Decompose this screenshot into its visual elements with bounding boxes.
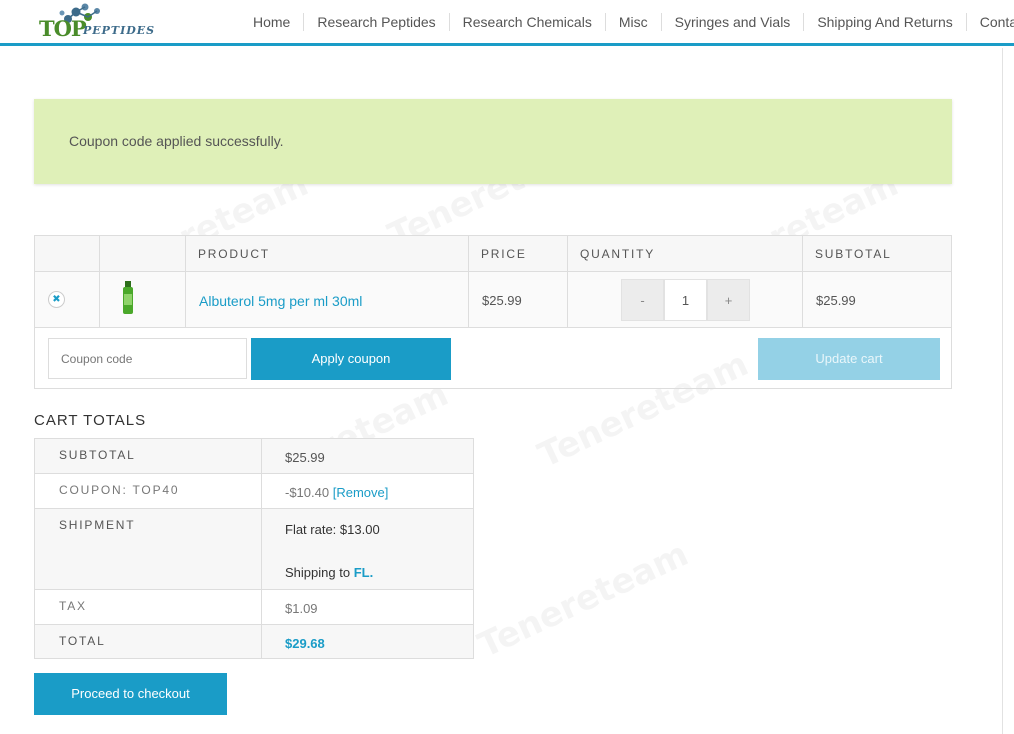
quantity-increase-button[interactable]: + xyxy=(707,279,750,321)
update-cart-button[interactable]: Update cart xyxy=(758,338,940,380)
site-header: TOP PEPTIDES Home Research Peptides Rese… xyxy=(0,0,1014,46)
shipment-rate-label: Flat rate: xyxy=(285,522,337,537)
product-name-link[interactable]: Albuterol 5mg per ml 30ml xyxy=(199,293,362,309)
main-nav: Home Research Peptides Research Chemical… xyxy=(240,0,1014,44)
shipping-destination[interactable]: FL. xyxy=(354,565,374,580)
totals-row-coupon: COUPON: TOP40 -$10.40 [Remove] xyxy=(35,474,473,509)
coupon-value: -$10.40 xyxy=(285,485,330,500)
totals-row-total: TOTAL $29.68 xyxy=(35,625,473,658)
nav-contact[interactable]: Contact xyxy=(965,13,1014,31)
header-subtotal: SUBTOTAL xyxy=(815,247,892,261)
coupon-amount-line: -$10.40 [Remove] xyxy=(285,485,388,500)
tax-value: $1.09 xyxy=(285,601,318,616)
column-divider xyxy=(468,236,469,328)
cart-totals-title: CART TOTALS xyxy=(34,412,147,429)
cart-table-header: PRODUCT PRICE QUANTITY SUBTOTAL xyxy=(35,236,951,272)
watermark-text: Tenereteam xyxy=(472,534,694,666)
totals-row-shipment: SHIPMENT Flat rate: $13.00 Shipping to F… xyxy=(35,509,473,590)
shipment-rate-value: $13.00 xyxy=(339,522,380,537)
proceed-to-checkout-button[interactable]: Proceed to checkout xyxy=(34,673,227,715)
header-price: PRICE xyxy=(481,247,527,261)
page-divider xyxy=(1002,48,1003,734)
apply-coupon-button[interactable]: Apply coupon xyxy=(251,338,451,380)
remove-coupon-link[interactable]: [Remove] xyxy=(333,485,389,500)
quantity-decrease-button[interactable]: - xyxy=(621,279,664,321)
column-divider xyxy=(185,236,186,328)
logo-wordmark-peptides: PEPTIDES xyxy=(83,24,156,37)
shipping-to-label: Shipping to xyxy=(285,565,351,580)
quantity-input[interactable]: 1 xyxy=(664,279,707,321)
remove-item-icon[interactable]: ✖ xyxy=(48,291,65,308)
product-price: $25.99 xyxy=(482,293,522,308)
column-divider xyxy=(802,236,803,328)
nav-research-peptides[interactable]: Research Peptides xyxy=(303,13,448,31)
shipping-destination-line: Shipping to FL. xyxy=(285,565,373,580)
nav-home[interactable]: Home xyxy=(240,13,303,31)
nav-research-chemicals[interactable]: Research Chemicals xyxy=(448,13,605,31)
cart-totals-table: SUBTOTAL $25.99 COUPON: TOP40 -$10.40 [R… xyxy=(34,438,474,659)
nav-shipping-and-returns[interactable]: Shipping And Returns xyxy=(803,13,965,31)
cart-table: PRODUCT PRICE QUANTITY SUBTOTAL ✖ Albute… xyxy=(34,235,952,389)
header-quantity: QUANTITY xyxy=(580,247,656,261)
coupon-code-input[interactable] xyxy=(48,338,247,379)
column-divider xyxy=(261,439,262,658)
logo-wordmark-top: TOP xyxy=(39,16,87,41)
column-divider xyxy=(567,236,568,328)
success-notice: Coupon code applied successfully. xyxy=(34,99,952,184)
nav-syringes-and-vials[interactable]: Syringes and Vials xyxy=(660,13,804,31)
total-value: $29.68 xyxy=(285,636,325,651)
site-logo[interactable]: TOP PEPTIDES xyxy=(36,2,154,42)
totals-row-tax: TAX $1.09 xyxy=(35,590,473,625)
notice-message: Coupon code applied successfully. xyxy=(69,133,284,149)
total-label: TOTAL xyxy=(59,634,106,648)
column-divider xyxy=(99,236,100,328)
shipment-rate-line: Flat rate: $13.00 xyxy=(285,522,380,537)
product-thumbnail[interactable] xyxy=(121,281,135,315)
tax-label: TAX xyxy=(59,599,87,613)
subtotal-label: SUBTOTAL xyxy=(59,448,136,462)
shipment-label: SHIPMENT xyxy=(59,518,136,532)
nav-misc[interactable]: Misc xyxy=(604,13,661,31)
product-subtotal: $25.99 xyxy=(816,293,856,308)
coupon-label: COUPON: TOP40 xyxy=(59,483,180,497)
header-product: PRODUCT xyxy=(198,247,270,261)
subtotal-value: $25.99 xyxy=(285,450,325,465)
totals-row-subtotal: SUBTOTAL $25.99 xyxy=(35,439,473,474)
